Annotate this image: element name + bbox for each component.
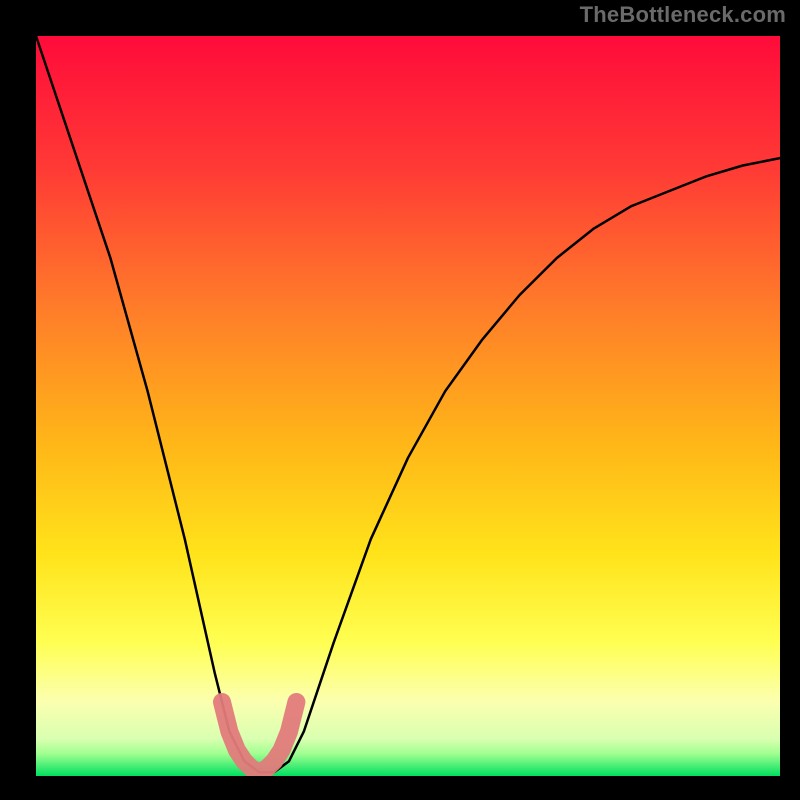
plot-area <box>36 36 780 776</box>
watermark-text: TheBottleneck.com <box>580 4 786 26</box>
chart-svg <box>36 36 780 776</box>
chart-container: TheBottleneck.com <box>0 0 800 800</box>
gradient-background <box>36 36 780 776</box>
